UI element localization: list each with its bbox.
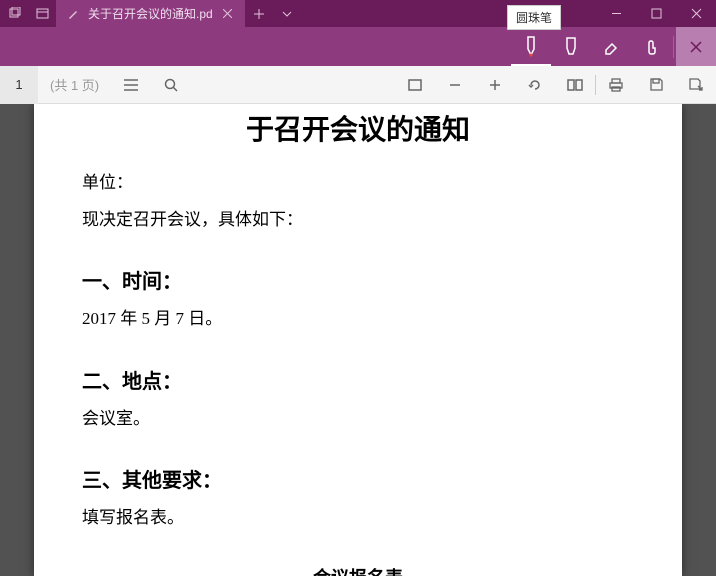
- divider: [673, 36, 674, 58]
- page-number-input[interactable]: 1: [0, 66, 38, 104]
- close-window-button[interactable]: [676, 0, 716, 27]
- save-as-icon[interactable]: [676, 66, 716, 104]
- fit-page-icon[interactable]: [395, 66, 435, 104]
- close-icon[interactable]: [221, 7, 235, 21]
- document-area[interactable]: 于召开会议的通知 单位： 现决定召开会议，具体如下： 一、时间： 2017 年 …: [0, 104, 716, 576]
- chevron-down-icon[interactable]: [273, 0, 301, 27]
- unit-label: 单位：: [82, 168, 634, 199]
- search-icon[interactable]: [151, 66, 191, 104]
- title-bar: 关于召开会议的通知.pd 圆珠笔: [0, 0, 716, 27]
- document-title: 于召开会议的通知: [82, 104, 634, 148]
- highlighter-button[interactable]: [551, 27, 591, 66]
- title-bar-left: 关于召开会议的通知.pd: [0, 0, 301, 27]
- print-icon[interactable]: [596, 66, 636, 104]
- page-toolbar: 1 (共 1 页): [0, 66, 716, 104]
- tab-title: 关于召开会议的通知.pd: [88, 5, 213, 22]
- section3-body: 填写报名表。: [82, 503, 634, 534]
- section2-body: 会议室。: [82, 404, 634, 435]
- section3-heading: 三、其他要求：: [82, 464, 634, 493]
- save-icon[interactable]: [636, 66, 676, 104]
- document-tab[interactable]: 关于召开会议的通知.pd: [56, 0, 245, 27]
- tooltip-ballpoint: 圆珠笔: [507, 5, 561, 30]
- intro-text: 现决定召开会议，具体如下：: [82, 205, 634, 236]
- close-ink-toolbar-button[interactable]: [676, 27, 716, 66]
- document-page: 于召开会议的通知 单位： 现决定召开会议，具体如下： 一、时间： 2017 年 …: [34, 104, 682, 576]
- touch-writing-button[interactable]: [631, 27, 671, 66]
- new-window-icon[interactable]: [28, 0, 56, 27]
- rotate-icon[interactable]: [515, 66, 555, 104]
- section1-heading: 一、时间：: [82, 265, 634, 294]
- pen-icon: [66, 7, 80, 21]
- windows-multitask-icon[interactable]: [0, 0, 28, 27]
- page-layout-icon[interactable]: [555, 66, 595, 104]
- ballpoint-pen-button[interactable]: [511, 27, 551, 66]
- eraser-button[interactable]: [591, 27, 631, 66]
- outline-icon[interactable]: [111, 66, 151, 104]
- table-title: 会议报名表: [82, 564, 634, 576]
- new-tab-button[interactable]: [245, 0, 273, 27]
- maximize-button[interactable]: [636, 0, 676, 27]
- title-bar-right: [596, 0, 716, 27]
- minimize-button[interactable]: [596, 0, 636, 27]
- section2-heading: 二、地点：: [82, 365, 634, 394]
- page-total-label: (共 1 页): [38, 75, 111, 94]
- zoom-out-icon[interactable]: [435, 66, 475, 104]
- section1-body: 2017 年 5 月 7 日。: [82, 304, 634, 335]
- zoom-in-icon[interactable]: [475, 66, 515, 104]
- ink-toolbar: [0, 27, 716, 66]
